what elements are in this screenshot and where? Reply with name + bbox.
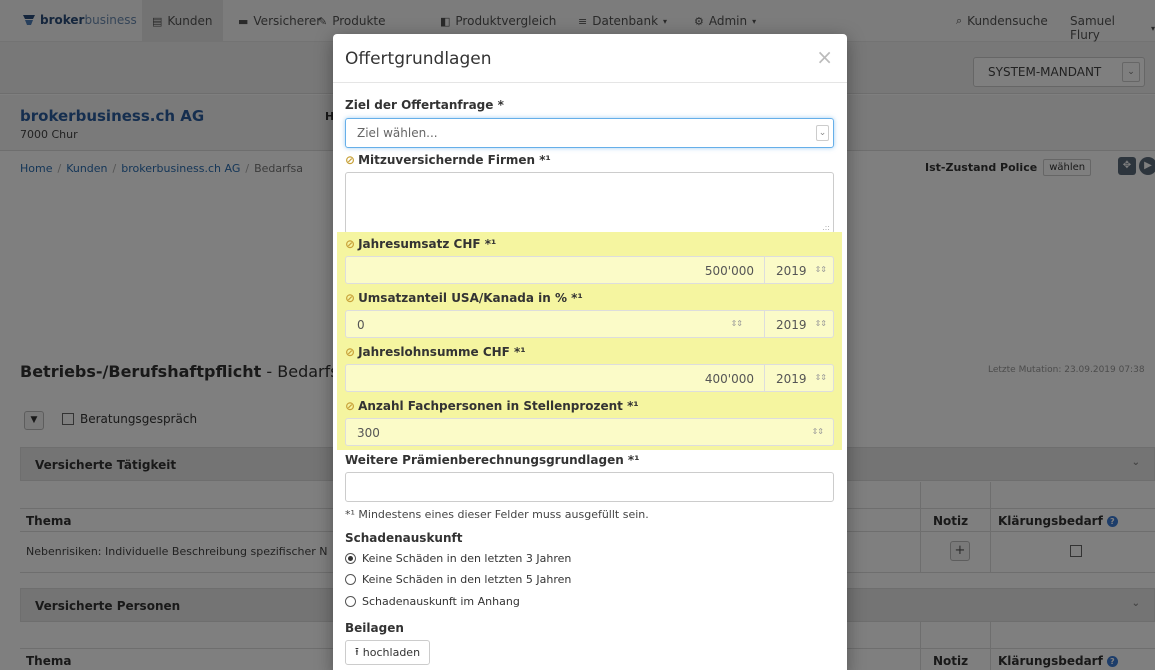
schaden-option-label: Schadenauskunft im Anhang	[362, 595, 520, 608]
upload-icon: ⭱	[354, 645, 359, 658]
usa-kanada-label-text: Umsatzanteil USA/Kanada in % *¹	[358, 291, 583, 305]
jahreslohnsumme-label-text: Jahreslohnsumme CHF *¹	[358, 345, 526, 359]
jahreslohnsumme-label: ⊘ Jahreslohnsumme CHF *¹	[345, 345, 526, 359]
jahresumsatz-value: 500'000	[704, 264, 754, 278]
usa-kanada-year: 2019	[776, 318, 807, 332]
modal-header: Offertgrundlagen ×	[333, 34, 847, 83]
close-icon[interactable]: ×	[816, 45, 833, 69]
radio-button[interactable]	[345, 574, 356, 585]
spinner-icon[interactable]: ⇕⇕	[815, 319, 827, 328]
usa-kanada-input[interactable]: 0 ⇕⇕	[345, 310, 765, 338]
beilagen-label: Beilagen	[345, 621, 404, 635]
usa-kanada-year-input[interactable]: 2019 ⇕⇕	[764, 310, 834, 338]
jahresumsatz-year: 2019	[776, 264, 807, 278]
fachpersonen-label: ⊘ Anzahl Fachpersonen in Stellenprozent *…	[345, 399, 639, 413]
jahreslohnsumme-year-input[interactable]: 2019 ⇕⇕	[764, 364, 834, 392]
cycle-icon: ⊘	[345, 345, 356, 359]
ziel-placeholder: Ziel wählen...	[357, 126, 438, 140]
spinner-icon[interactable]: ⇕⇕	[815, 265, 827, 274]
spinner-icon[interactable]: ⇕⇕	[812, 427, 824, 436]
cycle-icon: ⊘	[345, 153, 356, 167]
mitversichernde-label-text: Mitzuversichernde Firmen *¹	[358, 153, 551, 167]
upload-button[interactable]: ⭱ hochladen	[345, 640, 430, 665]
chevron-down-icon: ⌄	[816, 125, 829, 141]
footnote: *¹ Mindestens eines dieser Felder muss a…	[345, 508, 649, 521]
usa-kanada-label: ⊘ Umsatzanteil USA/Kanada in % *¹	[345, 291, 583, 305]
cycle-icon: ⊘	[345, 291, 356, 305]
jahresumsatz-label: ⊘ Jahresumsatz CHF *¹	[345, 237, 496, 251]
schaden-option-label: Keine Schäden in den letzten 3 Jahren	[362, 552, 572, 565]
fachpersonen-input[interactable]: 300 ⇕⇕	[345, 418, 834, 446]
resize-grip-icon[interactable]: .::	[822, 223, 830, 232]
jahreslohnsumme-input[interactable]: 400'000	[345, 364, 765, 392]
cycle-icon: ⊘	[345, 399, 356, 413]
fachpersonen-label-text: Anzahl Fachpersonen in Stellenprozent *¹	[358, 399, 639, 413]
spinner-icon[interactable]: ⇕⇕	[731, 319, 743, 328]
offertgrundlagen-modal: Offertgrundlagen × Ziel der Offertanfrag…	[333, 34, 847, 670]
jahresumsatz-input[interactable]: 500'000	[345, 256, 765, 284]
cycle-icon: ⊘	[345, 237, 356, 251]
radio-button[interactable]	[345, 553, 356, 564]
schaden-option-anhang[interactable]: Schadenauskunft im Anhang	[345, 595, 520, 608]
mitversichernde-textarea[interactable]: .::	[345, 172, 834, 234]
schaden-option-label: Keine Schäden in den letzten 5 Jahren	[362, 573, 572, 586]
usa-kanada-value: 0	[357, 318, 365, 332]
schaden-option-5-jahre[interactable]: Keine Schäden in den letzten 5 Jahren	[345, 573, 571, 586]
weitere-label: Weitere Prämienberechnungsgrundlagen *¹	[345, 453, 640, 467]
upload-button-label: hochladen	[362, 646, 421, 659]
jahresumsatz-year-input[interactable]: 2019 ⇕⇕	[764, 256, 834, 284]
jahresumsatz-label-text: Jahresumsatz CHF *¹	[358, 237, 497, 251]
schaden-option-3-jahre[interactable]: Keine Schäden in den letzten 3 Jahren	[345, 552, 571, 565]
mitversichernde-label: ⊘ Mitzuversichernde Firmen *¹	[345, 153, 551, 167]
jahreslohnsumme-year: 2019	[776, 372, 807, 386]
spinner-icon[interactable]: ⇕⇕	[815, 373, 827, 382]
radio-button[interactable]	[345, 596, 356, 607]
schadenauskunft-label: Schadenauskunft	[345, 531, 463, 545]
ziel-select[interactable]: Ziel wählen... ⌄	[345, 118, 834, 148]
weitere-input[interactable]	[345, 472, 834, 502]
fachpersonen-value: 300	[357, 426, 380, 440]
jahreslohnsumme-value: 400'000	[704, 372, 754, 386]
modal-title: Offertgrundlagen	[345, 49, 492, 69]
ziel-label: Ziel der Offertanfrage *	[345, 98, 504, 112]
